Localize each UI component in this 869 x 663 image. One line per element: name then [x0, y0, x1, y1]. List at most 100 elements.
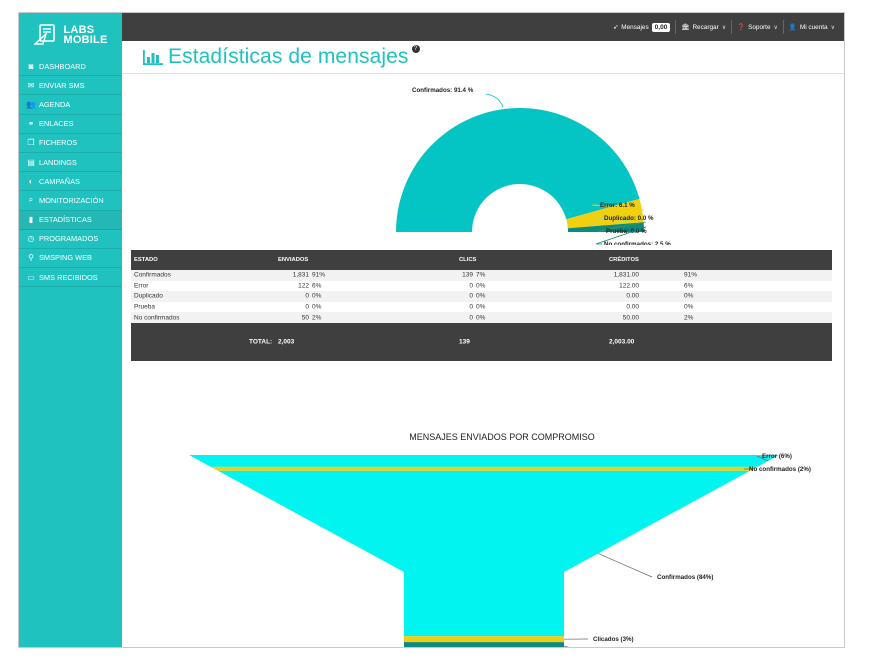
messages-label: Mensajes: [621, 23, 649, 31]
sidebar-item-label: AGENDA: [39, 99, 71, 109]
funnel-segment[interactable]: [217, 470, 751, 637]
cell-creditos-pct: 0%: [684, 303, 694, 311]
cell-clics: 0: [469, 303, 473, 311]
cell-creditos: 122.00: [619, 282, 639, 290]
main-content: Estadísticas de mensajes ? Confirmados: …: [122, 41, 844, 647]
users-icon: 👥: [26, 99, 36, 109]
col-clics: CLICS: [459, 257, 477, 263]
cell-clics-pct: 7%: [476, 271, 486, 279]
sidebar-item-enviar-sms[interactable]: ✉ ENVIAR SMS: [19, 76, 122, 96]
messages-count-badge: 0,00: [651, 22, 671, 32]
app-frame: LABS MOBILE ◙ DASHBOARD ✉ ENVIAR SMS 👥 AGENDA…: [18, 12, 845, 648]
bar-chart-icon: [143, 50, 163, 65]
table-row: Prueba 0 0% 0 0% 0.00 0%: [131, 302, 832, 313]
funnel-segment[interactable]: [404, 642, 564, 648]
cell-estado: Confirmados: [134, 271, 171, 279]
sidebar-item-label: ENVIAR SMS: [39, 80, 85, 90]
total-enviados: 2,003: [278, 338, 295, 346]
table-header: ESTADO ENVIADOS CLICS CRÉDITOS: [131, 250, 832, 270]
sidebar-item-enlaces[interactable]: ⚭ ENLACES: [19, 115, 122, 134]
cell-creditos-pct: 0%: [684, 292, 694, 300]
sidebar-item-sms-recibidos[interactable]: ▭ SMS RECIBIDOS: [19, 268, 122, 288]
messages-button[interactable]: ➶ Mensajes 0,00: [608, 22, 675, 32]
cell-creditos: 0.00: [626, 303, 639, 311]
sidebar-item-label: ESTADÍSTICAS: [39, 215, 92, 225]
funnel-label: Clicados (3%): [593, 636, 634, 643]
cell-enviados-pct: 0%: [312, 303, 322, 311]
funnel-segment[interactable]: [210, 466, 758, 471]
inbox-icon: ▭: [27, 272, 35, 282]
cell-creditos-pct: 2%: [684, 314, 694, 322]
stats-table: ESTADO ENVIADOS CLICS CRÉDITOS Confirmad…: [131, 250, 832, 361]
sidebar-item-label: CAMPAÑAS: [39, 176, 80, 186]
cell-enviados: 0: [305, 292, 309, 300]
pie-label: No confirmados: 2.5 %: [604, 241, 671, 245]
logo[interactable]: LABS MOBILE: [19, 13, 122, 57]
sidebar-item-landings[interactable]: ▤ LANDINGS: [19, 153, 122, 173]
pie-label: Error: 6.1 %: [600, 202, 635, 209]
chevron-down-icon: ∨: [773, 24, 778, 31]
campaign-icon: ◐: [28, 176, 34, 186]
funnel-segment[interactable]: [189, 455, 779, 467]
cell-creditos: 50.00: [622, 314, 639, 322]
help-icon[interactable]: ?: [411, 45, 420, 53]
pie-label: Confirmados: 91.4 %: [412, 87, 474, 94]
sidebar-item-label: SMS RECIBIDOS: [39, 272, 98, 282]
account-menu[interactable]: 👤 Mi cuenta ∨: [784, 23, 840, 32]
table-row: Error 122 6% 0 0% 122.00 6%: [131, 281, 832, 292]
cell-enviados: 122: [298, 282, 309, 290]
bank-icon: 🏛: [681, 24, 690, 31]
cell-clics-pct: 0%: [476, 314, 486, 322]
funnel-segment[interactable]: [404, 636, 564, 643]
total-clics: 139: [459, 338, 470, 346]
sidebar-item-programados[interactable]: ◷ PROGRAMADOS: [19, 230, 122, 249]
sidebar-item-ficheros[interactable]: ❐ FICHEROS: [19, 134, 122, 153]
help-circle-icon: ❓: [737, 24, 746, 31]
cell-clics-pct: 0%: [476, 303, 486, 311]
sidebar: LABS MOBILE ◙ DASHBOARD ✉ ENVIAR SMS 👥 AGENDA…: [19, 13, 122, 647]
cell-creditos: 1,831.00: [613, 271, 639, 279]
link-icon: ⚭: [27, 119, 35, 129]
funnel-title: MENSAJES ENVIADOS POR COMPROMISO: [409, 432, 595, 442]
sidebar-item-estadísticas[interactable]: ▮ ESTADÍSTICAS: [19, 210, 122, 230]
col-estado: ESTADO: [134, 257, 158, 263]
cell-enviados-pct: 6%: [312, 282, 322, 290]
page-title: Estadísticas de mensajes: [168, 45, 409, 68]
recharge-menu[interactable]: 🏛 Recargar ∨: [676, 23, 731, 32]
cell-estado: Error: [134, 282, 149, 290]
sidebar-item-label: ENLACES: [39, 119, 74, 129]
total-label: TOTAL:: [249, 338, 273, 346]
table-row: Confirmados 1,831 91% 139 7% 1,831.00 91%: [131, 270, 832, 281]
cell-enviados-pct: 91%: [312, 271, 326, 279]
funnel-leader-line: [563, 645, 570, 647]
sidebar-item-smsping-web[interactable]: ⚲ SMSPING WEB: [19, 249, 122, 269]
recharge-label: Recargar: [692, 23, 719, 31]
logo-icon: [33, 24, 55, 45]
cell-clics: 0: [469, 282, 473, 290]
cell-estado: Prueba: [134, 303, 155, 311]
cell-estado: No confirmados: [134, 314, 180, 322]
cell-creditos: 0.00: [626, 292, 639, 300]
cell-enviados: 50: [301, 314, 309, 322]
cell-enviados-pct: 2%: [312, 314, 322, 322]
funnel-label: No confirmados (2%): [749, 466, 811, 473]
table-row: No confirmados 50 2% 0 0% 50.00 2%: [131, 312, 832, 323]
account-label: Mi cuenta: [799, 23, 828, 31]
sidebar-item-campañas[interactable]: ◐ CAMPAÑAS: [19, 172, 122, 192]
pie-leader-line: [485, 93, 504, 108]
support-menu[interactable]: ❓ Soporte ∨: [732, 23, 783, 32]
sidebar-item-dashboard[interactable]: ◙ DASHBOARD: [19, 57, 122, 77]
logo-line2: MOBILE: [63, 34, 108, 46]
cell-clics: 0: [469, 314, 473, 322]
landing-icon: ▤: [27, 157, 35, 167]
search-icon: ⌕: [28, 195, 34, 205]
sidebar-item-agenda[interactable]: 👥 AGENDA: [19, 95, 122, 115]
sidebar-item-monitorización[interactable]: ⌕ MONITORIZACIÓN: [19, 191, 122, 211]
sidebar-item-label: FICHEROS: [39, 138, 78, 148]
sidebar-menu: ◙ DASHBOARD ✉ ENVIAR SMS 👥 AGENDA ⚭ ENLACES ❐ FIC…: [19, 57, 122, 288]
cell-creditos-pct: 91%: [684, 271, 698, 279]
total-creditos: 2,003.00: [609, 338, 635, 346]
table-body: Confirmados 1,831 91% 139 7% 1,831.00 91% Error…: [131, 270, 832, 323]
funnel-chart: MENSAJES ENVIADOS POR COMPROMISO Error (6…: [189, 432, 811, 648]
pie-label: Duplicado: 0.0 %: [604, 215, 654, 222]
